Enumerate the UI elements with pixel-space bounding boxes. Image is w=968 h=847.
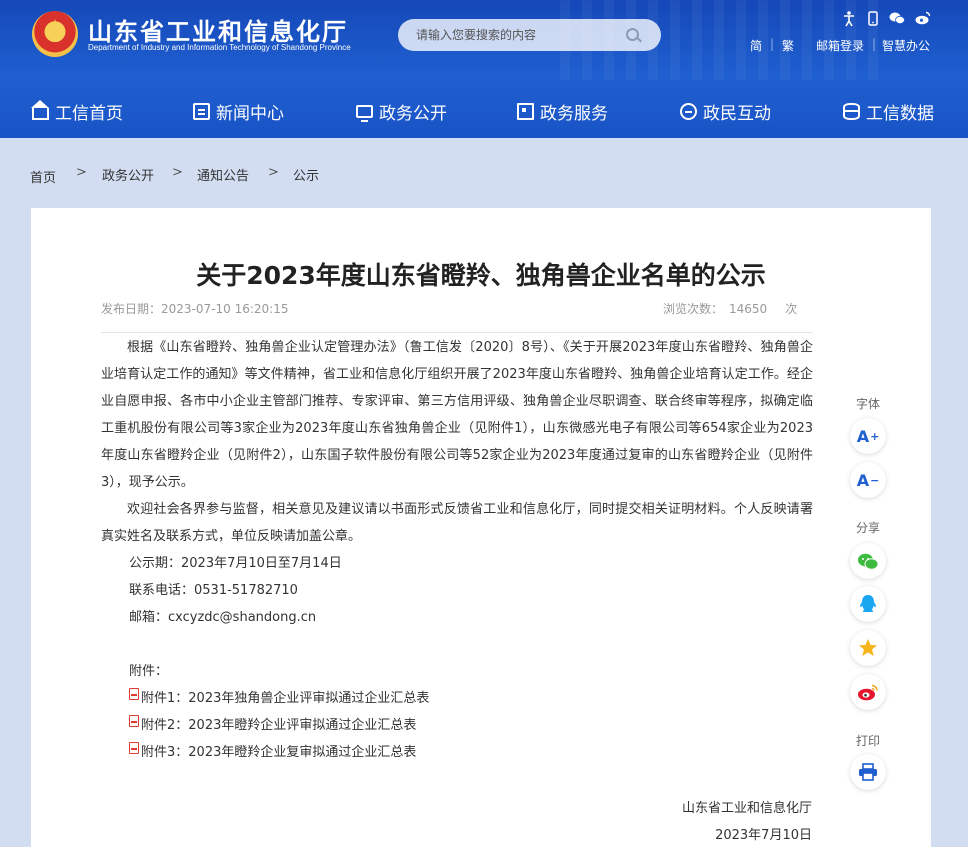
- form-icon: [517, 102, 534, 120]
- share-qq-button[interactable]: [850, 586, 886, 622]
- printer-icon: [859, 763, 877, 781]
- pdf-icon: [129, 715, 139, 727]
- wechat-share-icon: [858, 553, 879, 570]
- nav-item-label: 工信首页: [55, 103, 123, 124]
- share-wechat-button[interactable]: [850, 543, 886, 579]
- publish-label: 发布日期：: [101, 302, 162, 316]
- nav-item-news[interactable]: 新闻中心: [193, 88, 284, 134]
- article-paragraph: 根据《山东省瞪羚、独角兽企业认定管理办法》（鲁工信发〔2020〕8号）、《关于开…: [101, 340, 813, 490]
- mobile-icon[interactable]: [864, 11, 882, 29]
- print-label: 打印: [855, 734, 880, 748]
- qzone-share-icon: [859, 639, 877, 656]
- nav-item-label: 政务公开: [379, 103, 447, 124]
- sign-date: 2023年7月10日: [715, 828, 812, 843]
- signature: 山东省工业和信息化厅: [681, 801, 812, 816]
- weibo-share-icon: [858, 684, 878, 701]
- nav-item-label: 新闻中心: [216, 103, 284, 124]
- views-value: 14650: [729, 302, 768, 316]
- share-qzone-button[interactable]: [850, 630, 886, 666]
- attachment-link-2[interactable]: 附件2：2023年瞪羚企业评审拟通过企业汇总表: [101, 712, 813, 739]
- nav-item-interaction[interactable]: 政民互动: [680, 88, 771, 134]
- smart-office-link[interactable]: 智慧办公: [882, 37, 930, 54]
- nav-item-data[interactable]: 工信数据: [843, 88, 934, 134]
- font-increase-button[interactable]: A +: [850, 418, 886, 454]
- simplified-chinese-link[interactable]: 简: [750, 37, 762, 54]
- font-decrease-button[interactable]: A −: [850, 462, 886, 498]
- site-title[interactable]: 山东省工业和信息化厅: [88, 12, 348, 47]
- title-divider: [101, 332, 813, 333]
- article-paragraph: 欢迎社会各界参与监督，相关意见及建议请以书面形式反馈省工业和信息化厅，同时提交相…: [101, 502, 813, 544]
- weibo-icon[interactable]: [914, 11, 932, 29]
- attachment-label: 附件1：2023年独角兽企业评审拟通过企业汇总表: [141, 691, 430, 706]
- publicity-period: 公示期：2023年7月10日至7月14日: [129, 556, 342, 571]
- search-input[interactable]: [416, 19, 616, 51]
- pdf-icon: [129, 688, 139, 700]
- font-size-label: 字体: [855, 397, 880, 411]
- breadcrumb-separator: >: [76, 165, 87, 180]
- print-button[interactable]: [850, 754, 886, 790]
- traditional-chinese-link[interactable]: 繁: [782, 37, 794, 54]
- views-unit: 次: [785, 302, 798, 316]
- nav-item-gov-affairs[interactable]: 政务公开: [356, 88, 447, 134]
- plus-icon: +: [870, 429, 880, 443]
- database-icon: [843, 102, 860, 120]
- attachment-label: 附件3：2023年瞪羚企业复审拟通过企业汇总表: [141, 745, 417, 760]
- article-card: 关于2023年度山东省瞪羚、独角兽企业名单的公示 发布日期：2023-07-10…: [31, 208, 931, 847]
- view-count: 浏览次数： 14650 次: [663, 300, 797, 317]
- national-emblem-logo[interactable]: [32, 11, 78, 57]
- search-box: [398, 19, 661, 51]
- share-label: 分享: [855, 521, 880, 535]
- font-increase-glyph: A: [856, 426, 870, 446]
- nav-item-label: 政务服务: [540, 103, 608, 124]
- site-header: 山东省工业和信息化厅 Department of Industry and In…: [0, 0, 968, 138]
- home-icon: [31, 100, 49, 120]
- contact-phone: 联系电话：0531-51782710: [129, 583, 298, 598]
- accessibility-icon[interactable]: [840, 11, 858, 29]
- attachment-link-1[interactable]: 附件1：2023年独角兽企业评审拟通过企业汇总表: [101, 685, 813, 712]
- search-icon[interactable]: [626, 28, 639, 41]
- breadcrumb-notices[interactable]: 通知公告: [197, 165, 249, 184]
- breadcrumb-separator: >: [172, 165, 183, 180]
- breadcrumb-home[interactable]: 首页: [30, 167, 56, 186]
- main-nav: 工信首页 新闻中心 政务公开 政务服务 政民互动 工信数据: [0, 88, 968, 134]
- publish-value: 2023-07-10 16:20:15: [161, 302, 289, 316]
- minus-icon: −: [870, 473, 880, 487]
- article-title: 关于2023年度山东省瞪羚、独角兽企业名单的公示: [196, 261, 766, 290]
- header-tools: [838, 11, 938, 29]
- font-decrease-glyph: A: [856, 470, 870, 490]
- attachments-label: 附件：: [129, 664, 169, 679]
- attachment-link-3[interactable]: 附件3：2023年瞪羚企业复审拟通过企业汇总表: [101, 739, 813, 766]
- breadcrumb-current[interactable]: 公示: [293, 165, 319, 184]
- nav-item-label: 政民互动: [703, 103, 771, 124]
- attachment-label: 附件2：2023年瞪羚企业评审拟通过企业汇总表: [141, 718, 417, 733]
- screen-icon: [356, 104, 373, 122]
- mail-login-link[interactable]: 邮箱登录: [816, 37, 864, 54]
- breadcrumb-gov-affairs[interactable]: 政务公开: [102, 165, 154, 184]
- document-icon: [193, 102, 210, 120]
- link-separator: |: [872, 37, 877, 51]
- qq-share-icon: [860, 595, 876, 612]
- pdf-icon: [129, 742, 139, 754]
- site-subtitle: Department of Industry and Information T…: [88, 43, 351, 52]
- breadcrumb-separator: >: [268, 165, 279, 180]
- article-body: 根据《山东省瞪羚、独角兽企业认定管理办法》（鲁工信发〔2020〕8号）、《关于开…: [101, 334, 813, 766]
- nav-item-label: 工信数据: [866, 103, 934, 124]
- link-separator: |: [770, 37, 775, 51]
- views-label: 浏览次数：: [663, 302, 724, 316]
- nav-item-home[interactable]: 工信首页: [31, 88, 123, 134]
- wechat-icon[interactable]: [888, 11, 906, 29]
- share-weibo-button[interactable]: [850, 674, 886, 710]
- nav-item-gov-services[interactable]: 政务服务: [517, 88, 608, 134]
- publish-date: 发布日期：2023-07-10 16:20:15: [101, 300, 288, 317]
- contact-email: 邮箱：cxcyzdc@shandong.cn: [129, 610, 317, 625]
- chat-icon: [680, 102, 697, 120]
